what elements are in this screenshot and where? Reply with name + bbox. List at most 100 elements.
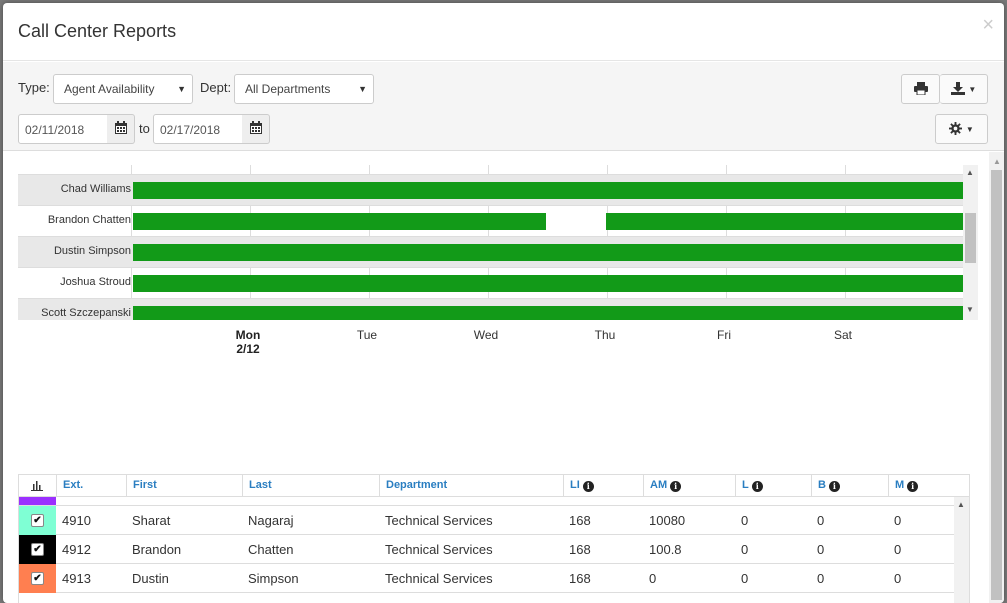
column-header-ext[interactable]: Ext. bbox=[56, 475, 126, 497]
modal-scrollbar[interactable]: ▲ bbox=[989, 152, 1004, 603]
timeline-scrollbar[interactable]: ▲ ▼ bbox=[963, 165, 978, 320]
chart-column-header[interactable] bbox=[19, 475, 56, 497]
table-scrollbar[interactable]: ▲ bbox=[954, 497, 969, 603]
cell-first: Dustin bbox=[132, 571, 169, 586]
scrollbar-thumb[interactable] bbox=[991, 170, 1002, 600]
cell-am: 0 bbox=[649, 571, 657, 586]
modal-title: Call Center Reports bbox=[18, 21, 177, 41]
timeline-row: Brandon Chatten bbox=[18, 205, 963, 236]
column-header-b[interactable]: Bi bbox=[811, 475, 888, 497]
column-header-first[interactable]: First bbox=[126, 475, 242, 497]
scroll-down-icon[interactable]: ▼ bbox=[966, 305, 974, 314]
availability-bar bbox=[133, 275, 963, 292]
timeline-row: Scott Szczepanski bbox=[18, 298, 963, 320]
availability-bar bbox=[606, 213, 963, 230]
info-icon[interactable]: i bbox=[670, 481, 682, 492]
column-header-label: LI bbox=[570, 479, 580, 491]
dept-select[interactable]: All Departments ▼ bbox=[234, 74, 374, 104]
filter-bar: Type: Agent Availability ▼ Dept: All Dep… bbox=[3, 62, 1004, 151]
type-select-value: Agent Availability bbox=[64, 82, 155, 96]
availability-bar bbox=[133, 182, 963, 199]
agent-color-swatch bbox=[19, 497, 56, 505]
date-from-calendar-button[interactable] bbox=[107, 114, 135, 144]
call-center-reports-modal: Call Center Reports × Type: Agent Availa… bbox=[3, 3, 1004, 603]
row-checkbox[interactable]: ✔ bbox=[31, 572, 44, 585]
agent-name: Chad Williams bbox=[60, 183, 131, 195]
cell-last: Nagaraj bbox=[248, 513, 294, 528]
date-from-input[interactable]: 02/11/2018 bbox=[18, 114, 111, 144]
info-icon[interactable]: i bbox=[828, 481, 840, 492]
info-icon[interactable]: i bbox=[751, 481, 763, 492]
table-row[interactable]: ✔ 4912 Brandon Chatten Technical Service… bbox=[19, 535, 954, 564]
column-header-department[interactable]: Department bbox=[379, 475, 563, 497]
cell-m: 0 bbox=[894, 542, 902, 557]
scroll-up-icon[interactable]: ▲ bbox=[993, 157, 1001, 166]
column-header-label: AM bbox=[650, 479, 668, 491]
cell-m: 0 bbox=[894, 571, 902, 586]
cell-b: 0 bbox=[817, 571, 825, 586]
cell-b: 0 bbox=[817, 513, 825, 528]
cell-li: 168 bbox=[569, 542, 591, 557]
cell-department: Technical Services bbox=[385, 513, 493, 528]
day-label: Sat bbox=[833, 328, 852, 342]
date-to-calendar-button[interactable] bbox=[242, 114, 270, 144]
availability-bar bbox=[133, 306, 963, 320]
table-header-row: Ext. First Last Department LI i AM i Li Bi… bbox=[19, 475, 969, 497]
cell-l: 0 bbox=[741, 542, 749, 557]
table-row[interactable]: ✔ 4910 Sharat Nagaraj Technical Services… bbox=[19, 506, 954, 535]
to-label: to bbox=[139, 121, 150, 136]
cell-ext: 4910 bbox=[62, 513, 91, 528]
scroll-up-icon[interactable]: ▲ bbox=[957, 500, 965, 509]
agent-name: Brandon Chatten bbox=[47, 214, 131, 226]
cell-department: Technical Services bbox=[385, 542, 493, 557]
agents-table: Ext. First Last Department LI i AM i Li Bi… bbox=[18, 474, 970, 603]
dept-select-value: All Departments bbox=[245, 82, 331, 96]
column-header-m[interactable]: Mi bbox=[888, 475, 969, 497]
cell-l: 0 bbox=[741, 571, 749, 586]
column-header-last[interactable]: Last bbox=[242, 475, 379, 497]
dept-label: Dept: bbox=[200, 80, 232, 95]
agent-name: Scott Szczepanski bbox=[41, 307, 131, 319]
chevron-down-icon: ▼ bbox=[177, 84, 186, 94]
export-dropdown-button[interactable]: ▼ bbox=[940, 74, 988, 104]
chevron-down-icon: ▼ bbox=[358, 84, 367, 94]
day-label: Wed bbox=[473, 328, 499, 342]
timeline-row: Joshua Stroud bbox=[18, 267, 963, 298]
print-icon bbox=[913, 82, 928, 96]
timeline-row: Chad Williams bbox=[18, 174, 963, 205]
cell-last: Chatten bbox=[248, 542, 294, 557]
column-header-am[interactable]: AM i bbox=[643, 475, 735, 497]
row-checkbox[interactable]: ✔ bbox=[31, 543, 44, 556]
day-label: Tue bbox=[356, 328, 378, 342]
cell-l: 0 bbox=[741, 513, 749, 528]
agent-name: Dustin Simpson bbox=[53, 245, 131, 257]
table-row[interactable]: ✔ 4913 Dustin Simpson Technical Services… bbox=[19, 564, 954, 593]
cell-ext: 4913 bbox=[62, 571, 91, 586]
type-select[interactable]: Agent Availability ▼ bbox=[53, 74, 193, 104]
cell-first: Brandon bbox=[132, 542, 182, 557]
info-icon[interactable]: i bbox=[907, 481, 919, 492]
scrollbar-thumb[interactable] bbox=[965, 213, 976, 263]
calendar-icon bbox=[114, 121, 127, 134]
date-to-input[interactable]: 02/17/2018 bbox=[153, 114, 246, 144]
agent-color-swatch: ✔ bbox=[19, 535, 56, 564]
close-icon[interactable]: × bbox=[982, 15, 994, 35]
print-button[interactable] bbox=[901, 74, 940, 104]
gear-icon bbox=[949, 122, 963, 135]
info-icon[interactable]: i bbox=[582, 481, 594, 492]
scroll-up-icon[interactable]: ▲ bbox=[966, 168, 974, 177]
cell-li: 168 bbox=[569, 513, 591, 528]
cell-ext: 4912 bbox=[62, 542, 91, 557]
timeline-row: Dustin Simpson bbox=[18, 236, 963, 267]
day-date: 2/12 bbox=[236, 342, 260, 356]
settings-dropdown-button[interactable]: ▼ bbox=[935, 114, 988, 144]
bar-chart-icon bbox=[31, 481, 43, 491]
row-checkbox[interactable]: ✔ bbox=[31, 514, 44, 527]
modal-header: Call Center Reports × bbox=[3, 3, 1004, 61]
column-header-label: L bbox=[742, 479, 749, 491]
cell-last: Simpson bbox=[248, 571, 299, 586]
availability-bar bbox=[133, 244, 963, 261]
agent-color-swatch: ✔ bbox=[19, 564, 56, 593]
column-header-l[interactable]: Li bbox=[735, 475, 811, 497]
column-header-li[interactable]: LI i bbox=[563, 475, 643, 497]
